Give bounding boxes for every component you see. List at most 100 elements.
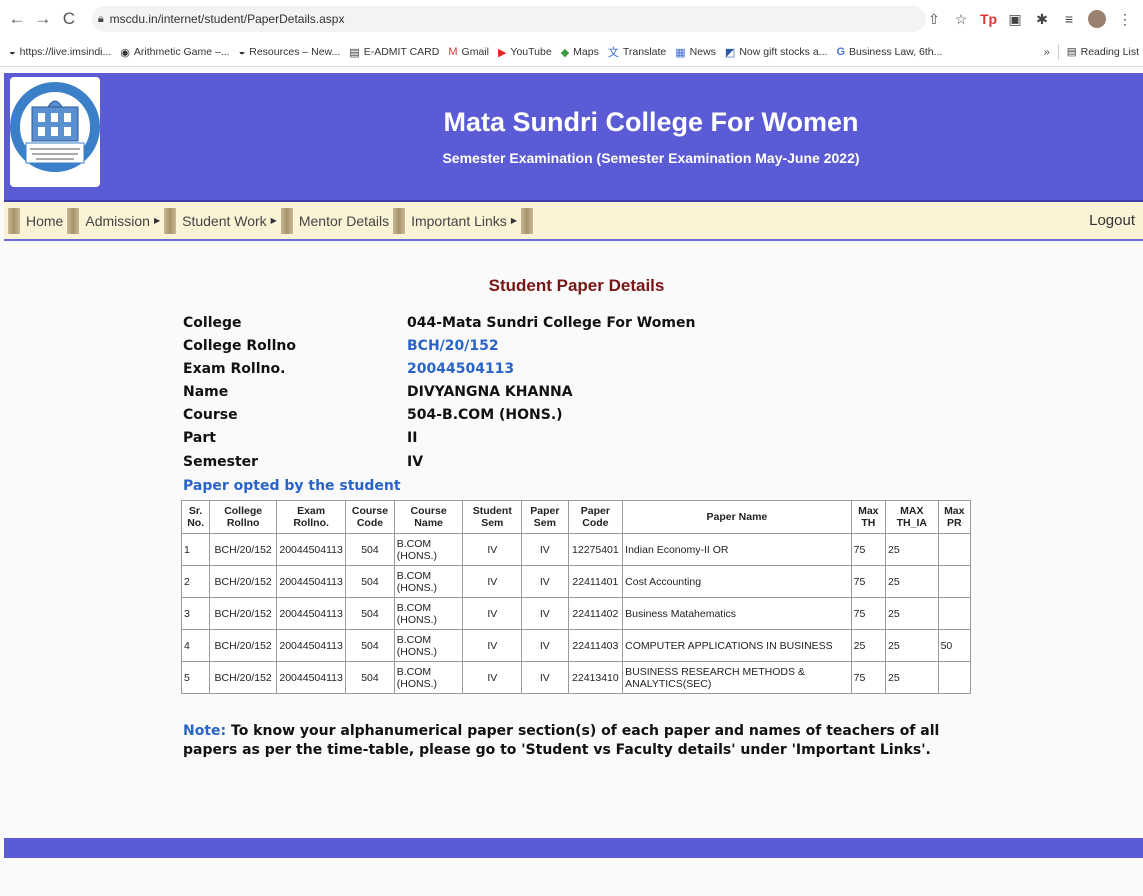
bookmark-item[interactable]: M Gmail [448, 46, 489, 58]
table-cell [937, 533, 972, 566]
table-cell: IV [462, 597, 523, 630]
table-row: 5 BCH/20/152 20044504113 504 B.COM (HONS.) IV… [180, 661, 972, 694]
table-cell: 25 [885, 661, 939, 694]
reload-icon[interactable]: C [56, 9, 82, 29]
value-name: DIVYANGNA KHANNA [407, 384, 573, 400]
bookmarks-bar: ◒ https://live.imsindi... ◉ Arithmetic Gam… [0, 38, 1143, 67]
profile-avatar[interactable] [1088, 10, 1106, 28]
menu-item-student-work[interactable]: Student Work ▶ [182, 202, 277, 239]
table-cell: IV [462, 533, 523, 566]
table-cell: 20044504113 [276, 629, 347, 662]
menu-separator [164, 207, 177, 234]
table-cell: IV [521, 597, 569, 630]
bookmark-item[interactable]: ◩ Now gift stocks a... [725, 46, 828, 59]
menu-item-mentor-details[interactable]: Mentor Details [299, 202, 389, 239]
bookmark-item[interactable]: ▤ E-ADMIT CARD [349, 46, 439, 59]
table-cell: 25 [885, 565, 939, 598]
address-bar[interactable]: 🔒︎ mscdu.in/internet/student/PaperDetail… [91, 6, 926, 32]
table-cell: BCH/20/152 [209, 565, 278, 598]
column-header: College Rollno [209, 500, 278, 534]
column-header: Student Sem [462, 500, 523, 534]
table-cell [937, 565, 972, 598]
table-cell [937, 597, 972, 630]
menu-separator [280, 207, 293, 234]
table-cell: 75 [850, 565, 887, 598]
table-cell: 20044504113 [276, 533, 347, 566]
value-semester: IV [407, 454, 424, 470]
reading-mode-icon[interactable]: ≡ [1061, 11, 1077, 27]
label-name: Name [183, 384, 229, 400]
star-icon[interactable]: ☆ [953, 11, 969, 28]
bookmark-item[interactable]: 文 Translate [608, 44, 666, 60]
bookmark-item[interactable]: ◒ Resources – New... [239, 46, 341, 58]
folder-icon: ▤ [349, 46, 360, 59]
bookmark-item[interactable]: ◉ Arithmetic Game –... [120, 46, 229, 59]
table-cell: Cost Accounting [622, 565, 852, 598]
table-cell: 20044504113 [276, 661, 347, 694]
table-cell: 22411402 [567, 597, 624, 630]
value-course: 504-B.COM (HONS.) [407, 407, 563, 423]
table-cell: BCH/20/152 [209, 533, 278, 566]
label-part: Part [183, 430, 216, 446]
table-cell: 25 [885, 597, 939, 630]
forward-icon[interactable]: → [30, 9, 56, 29]
table-cell: 22411403 [567, 629, 624, 662]
menu-item-admission[interactable]: Admission ▶ [85, 202, 160, 239]
caret-right-icon: ▶ [153, 216, 161, 225]
bookmark-item[interactable]: G Business Law, 6th... [836, 46, 942, 58]
google-icon: G [836, 46, 845, 58]
table-cell: BCH/20/152 [209, 661, 278, 694]
table-cell: 75 [850, 533, 887, 566]
logout-link[interactable]: Logout [1089, 212, 1135, 229]
table-cell: 22411401 [567, 565, 624, 598]
bookmark-item[interactable]: ◆ Maps [561, 46, 599, 59]
reading-list-button[interactable]: Reading List [1081, 46, 1139, 58]
news-icon: ▦ [675, 46, 686, 59]
site-header: Mata Sundri College For Women Semester E… [4, 73, 1143, 202]
bookmark-item[interactable]: ▶ YouTube [498, 46, 552, 59]
menu-separator [393, 207, 406, 234]
menu-item-home[interactable]: Home [26, 202, 63, 239]
table-cell: 5 [180, 661, 211, 694]
table-row: 3 BCH/20/152 20044504113 504 B.COM (HONS.) IV… [180, 597, 972, 630]
extension-icon[interactable]: ▣ [1007, 11, 1023, 28]
value-part: II [407, 430, 418, 446]
puzzle-icon[interactable]: ✱ [1034, 11, 1050, 28]
papers-table: Sr. No. College Rollno Exam Rollno. Course … [180, 500, 972, 694]
table-cell: 25 [885, 533, 939, 566]
lock-icon: 🔒︎ [97, 12, 104, 25]
table-cell: 75 [850, 661, 887, 694]
url-text: mscdu.in/internet/student/PaperDetails.a… [109, 12, 345, 26]
column-header: Course Name [393, 500, 464, 534]
column-header: Sr. No. [180, 500, 211, 534]
bookmark-item[interactable]: ▦ News [675, 46, 716, 59]
column-header: MAX TH_IA [885, 500, 939, 534]
more-bookmarks-button[interactable]: » [1044, 46, 1050, 58]
column-header: Max PR [937, 500, 972, 534]
extension-tp-icon[interactable]: Tp [980, 11, 997, 27]
table-cell: 504 [345, 661, 395, 694]
footer-bar [4, 838, 1143, 858]
table-cell: 25 [885, 629, 939, 662]
menu-item-important-links[interactable]: Important Links ▶ [411, 202, 517, 239]
table-cell: 4 [180, 629, 211, 662]
table-cell: IV [521, 533, 569, 566]
column-header: Exam Rollno. [276, 500, 347, 534]
table-row: 2 BCH/20/152 20044504113 504 B.COM (HONS.) IV… [180, 565, 972, 598]
back-icon[interactable]: ← [4, 9, 30, 29]
globe-icon: ◉ [120, 46, 130, 59]
menu-dots-icon[interactable]: ⋮ [1117, 11, 1133, 28]
note-text: Note: To know your alphanumerical paper … [183, 722, 983, 760]
label-college-rollno: College Rollno [183, 338, 296, 354]
bookmark-item[interactable]: ◒ https://live.imsindi... [9, 46, 111, 58]
table-cell: 1 [180, 533, 211, 566]
exam-subtitle: Semester Examination (Semester Examinati… [442, 150, 860, 166]
table-cell: 20044504113 [276, 597, 347, 630]
share-icon[interactable]: ⇧ [926, 11, 942, 28]
column-header: Max TH [850, 500, 887, 534]
caret-right-icon: ▶ [270, 216, 277, 225]
table-cell: IV [521, 565, 569, 598]
globe-icon: ◒ [9, 46, 16, 58]
table-cell: B.COM (HONS.) [393, 533, 464, 566]
table-cell: B.COM (HONS.) [393, 629, 464, 662]
